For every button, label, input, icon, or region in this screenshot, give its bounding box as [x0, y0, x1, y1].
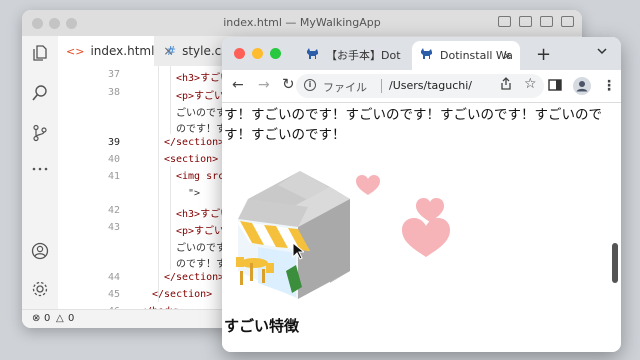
- code-line: </section>: [164, 272, 225, 283]
- new-tab-button[interactable]: +: [536, 44, 551, 65]
- code-line: <section>: [164, 154, 219, 165]
- vscode-titlebar: index.html — MyWalkingApp: [22, 10, 582, 37]
- line-number-current: 39: [107, 137, 120, 148]
- profile-avatar-icon[interactable]: [572, 76, 592, 100]
- account-icon[interactable]: [31, 242, 49, 260]
- toggle-primary-sidebar-icon[interactable]: [498, 16, 511, 27]
- chrome-tab-dotinstall[interactable]: Dotinstall Wa ×: [412, 41, 520, 70]
- line-number: 40: [107, 154, 120, 165]
- scheme-label: ファイル: [323, 81, 367, 94]
- warning-count[interactable]: 0: [68, 313, 74, 324]
- shop-illustration-image: [236, 171, 450, 299]
- more-icon[interactable]: [31, 160, 49, 178]
- mouse-cursor-icon: [292, 242, 304, 260]
- feature-paragraph: す！すごいのです！すごいのです！すごいのです！すごいのです！すごいのです！: [224, 107, 602, 143]
- tab-search-chevron-icon[interactable]: [597, 45, 607, 58]
- chrome-minimize-button[interactable]: [252, 48, 263, 59]
- line-number: 43: [107, 222, 120, 233]
- address-separator: [381, 79, 382, 93]
- line-number: 45: [107, 289, 120, 300]
- tab-label: 【お手本】Dot: [326, 49, 401, 62]
- tab-label: index.html: [90, 44, 155, 58]
- feature-heading: すごい特徴: [224, 317, 300, 335]
- chrome-tab-otehon[interactable]: 【お手本】Dot: [298, 41, 410, 70]
- dog-favicon-icon: [420, 41, 434, 70]
- code-line: </section>: [164, 137, 225, 148]
- toggle-secondary-sidebar-icon[interactable]: [540, 16, 553, 27]
- explorer-icon[interactable]: [31, 44, 49, 62]
- indent-guide: [170, 166, 171, 270]
- customize-layout-icon[interactable]: [561, 16, 574, 27]
- chrome-menu-icon[interactable]: ⋮: [602, 78, 616, 94]
- activity-bar: [22, 36, 59, 310]
- forward-button[interactable]: →: [258, 77, 270, 93]
- html-file-icon: <>: [66, 45, 85, 58]
- line-number: 38: [107, 87, 120, 98]
- line-number: 44: [107, 272, 120, 283]
- address-bar[interactable]: i ファイル /Users/taguchi/ ☆: [296, 74, 544, 98]
- warning-icon[interactable]: △: [56, 313, 64, 324]
- dog-favicon-icon: [306, 41, 320, 70]
- search-icon[interactable]: [31, 84, 49, 102]
- page-viewport[interactable]: す！すごいのです！すごいのです！すごいのです！すごいのです！すごいのです！ すご…: [222, 103, 621, 352]
- indent-guide: [158, 66, 159, 302]
- errors-icon[interactable]: ⊗: [32, 313, 40, 324]
- layout-controls: [498, 16, 574, 27]
- reload-button[interactable]: ↻: [282, 76, 295, 92]
- toggle-panel-icon[interactable]: [519, 16, 532, 27]
- chrome-close-button[interactable]: [234, 48, 245, 59]
- side-panel-icon[interactable]: [548, 79, 562, 95]
- vertical-scrollbar[interactable]: [612, 243, 618, 283]
- tab-index-html[interactable]: <> index.html ×: [58, 36, 173, 66]
- chrome-toolbar: ← → ↻ i ファイル /Users/taguchi/ ☆ ⋮: [222, 70, 621, 103]
- back-button[interactable]: ←: [232, 77, 244, 93]
- chrome-window: 【お手本】Dot Dotinstall Wa × + ← → ↻ i ファイル …: [222, 37, 621, 352]
- share-icon[interactable]: [500, 77, 512, 94]
- line-number: 41: [107, 171, 120, 182]
- error-count[interactable]: 0: [44, 313, 50, 324]
- indent-guide: [170, 66, 171, 134]
- site-info-icon[interactable]: i: [304, 79, 316, 91]
- chrome-tab-strip: 【お手本】Dot Dotinstall Wa × +: [222, 37, 621, 70]
- code-line: ">: [188, 188, 201, 199]
- css-file-icon: #: [166, 44, 177, 58]
- close-tab-icon[interactable]: ×: [503, 41, 512, 70]
- line-number: 42: [107, 205, 120, 216]
- chrome-zoom-button[interactable]: [270, 48, 281, 59]
- line-number: 37: [107, 69, 120, 80]
- bookmark-star-icon[interactable]: ☆: [524, 76, 537, 92]
- gear-icon[interactable]: [31, 280, 49, 298]
- source-control-icon[interactable]: [31, 124, 49, 142]
- code-line: </section>: [152, 289, 213, 300]
- url-text[interactable]: /Users/taguchi/: [389, 79, 493, 92]
